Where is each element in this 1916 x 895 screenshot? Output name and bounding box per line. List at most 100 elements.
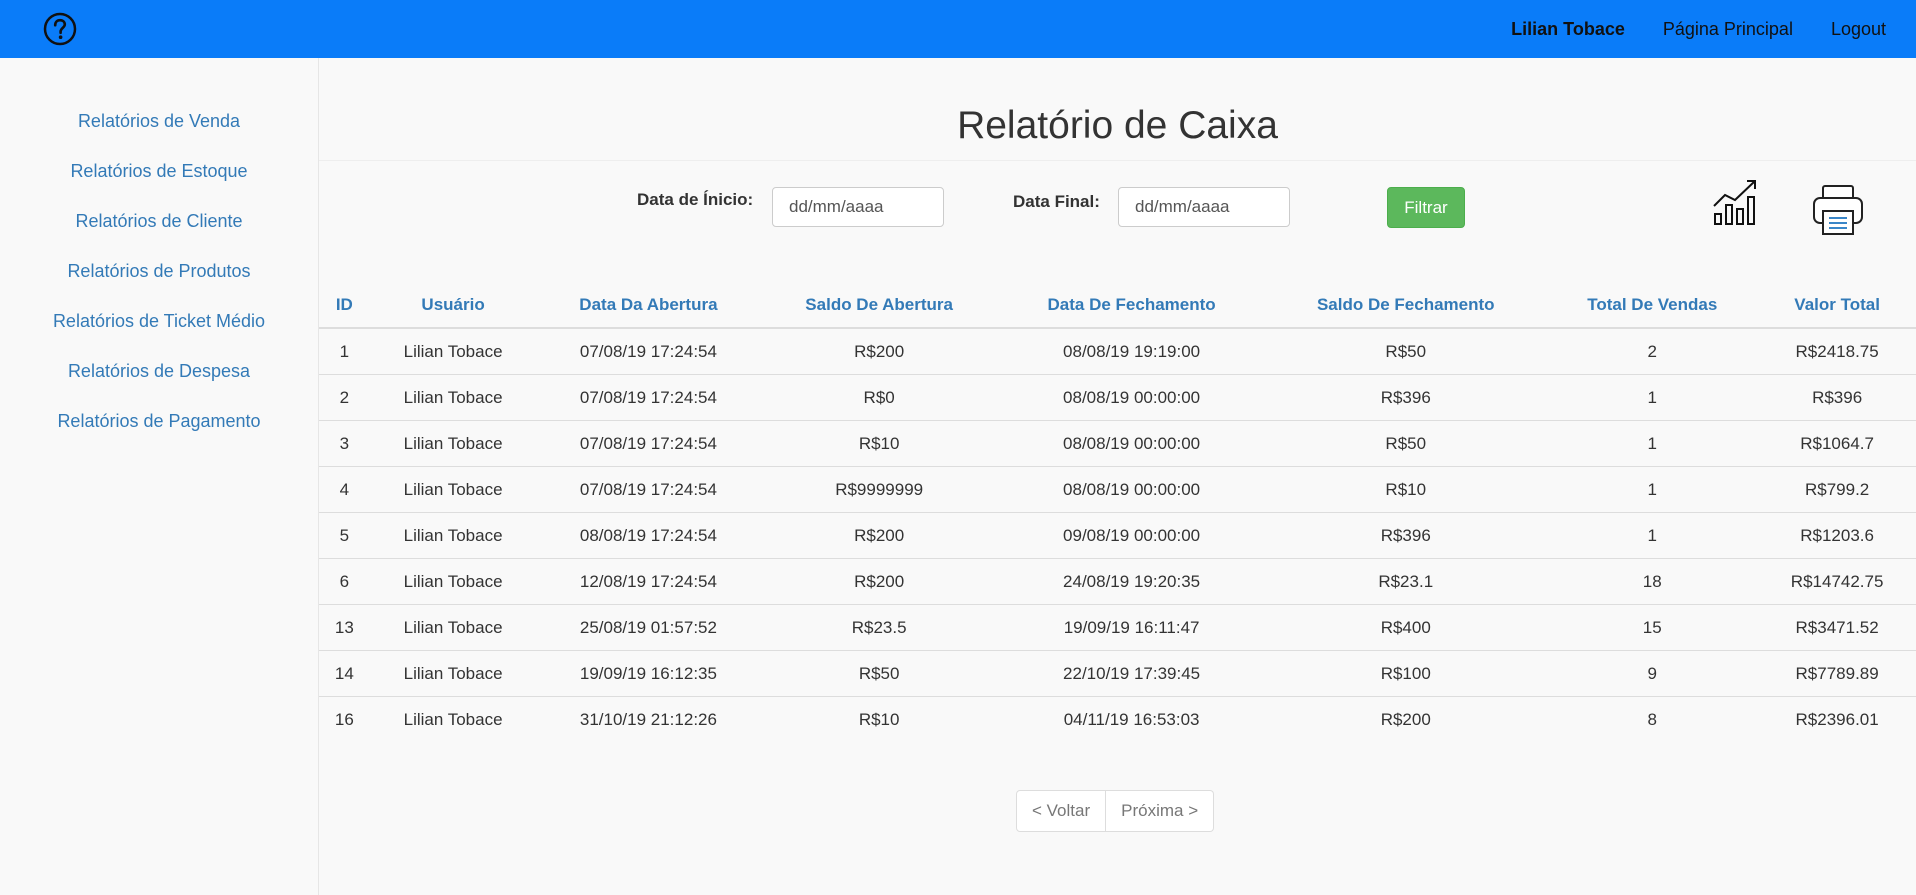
cash-report-table: ID Usuário Data Da Abertura Saldo De Abe… bbox=[319, 283, 1916, 742]
cell-opening-date: 19/09/19 16:12:35 bbox=[536, 650, 761, 697]
cell-closing-balance: R$50 bbox=[1385, 341, 1427, 361]
sidebar-link-stock-reports[interactable]: Relatórios de Estoque bbox=[70, 161, 247, 182]
nav-right: Lilian Tobace Página Principal Logout bbox=[1511, 0, 1886, 58]
cell-opening-balance: R$9999999 bbox=[760, 466, 998, 513]
cell-total-sales: 1 bbox=[1546, 374, 1759, 421]
cell-user: Lilian Tobace bbox=[369, 558, 537, 605]
next-page-button[interactable]: Próxima > bbox=[1106, 790, 1215, 832]
column-header-total-value[interactable]: Valor Total bbox=[1758, 283, 1916, 329]
sidebar-item-client-reports: Relatórios de Cliente bbox=[0, 196, 318, 246]
column-header-opening-date[interactable]: Data Da Abertura bbox=[536, 283, 761, 329]
sidebar-item-stock-reports: Relatórios de Estoque bbox=[0, 146, 318, 196]
cell-total-sales: 9 bbox=[1546, 650, 1759, 697]
sidebar-item-sales-reports: Relatórios de Venda bbox=[0, 96, 318, 146]
cell-closing-balance: R$50 bbox=[1265, 420, 1547, 467]
cell-closing-balance: R$396 bbox=[1265, 512, 1547, 559]
sidebar-link-product-reports[interactable]: Relatórios de Produtos bbox=[67, 261, 250, 282]
cell-opening-balance: R$200 bbox=[760, 558, 998, 605]
cell-id: 3 bbox=[319, 420, 370, 467]
sidebar-link-client-reports[interactable]: Relatórios de Cliente bbox=[75, 211, 242, 232]
table-row: 5 Lilian Tobace 08/08/19 17:24:54 R$200 09/0… bbox=[319, 512, 1916, 559]
table-row: 4 Lilian Tobace 07/08/19 17:24:54 R$9999999… bbox=[319, 466, 1916, 513]
cell-total-sales: 1 bbox=[1546, 420, 1759, 467]
cell-total-value: R$799.2 bbox=[1758, 466, 1916, 513]
filter-button[interactable]: Filtrar bbox=[1387, 187, 1465, 228]
top-navbar: Lilian Tobace Página Principal Logout bbox=[0, 0, 1916, 58]
cell-opening-balance: R$10 bbox=[760, 420, 998, 467]
cell-id: 4 bbox=[319, 466, 370, 513]
table-row: 1 Lilian Tobace 07/08/19 17:24:54 R$200 08/0… bbox=[319, 328, 1916, 375]
table-row: 6 Lilian Tobace 12/08/19 17:24:54 R$200 24/0… bbox=[319, 558, 1916, 605]
column-header-opening-balance[interactable]: Saldo De Abertura bbox=[760, 283, 998, 329]
sidebar-link-average-ticket-reports[interactable]: Relatórios de Ticket Médio bbox=[53, 311, 265, 332]
logout-link[interactable]: Logout bbox=[1831, 19, 1886, 40]
cell-user: Lilian Tobace bbox=[369, 420, 537, 467]
table-row: 16 Lilian Tobace 31/10/19 21:12:26 R$10 04/1… bbox=[319, 696, 1916, 742]
cell-user: Lilian Tobace bbox=[369, 512, 537, 559]
sidebar-link-expense-reports[interactable]: Relatórios de Despesa bbox=[68, 361, 250, 382]
chart-growth-icon[interactable] bbox=[1711, 176, 1761, 226]
cell-closing-balance: R$200 bbox=[1265, 696, 1547, 742]
cell-closing-balance: R$100 bbox=[1265, 650, 1547, 697]
cell-id: 1 bbox=[339, 341, 350, 361]
end-date-input[interactable] bbox=[1118, 187, 1290, 227]
cell-opening-date: 07/08/19 17:24:54 bbox=[579, 341, 717, 361]
previous-page-button[interactable]: < Voltar bbox=[1016, 790, 1107, 832]
cell-id: 14 bbox=[319, 650, 370, 697]
cell-opening-balance: R$50 bbox=[760, 650, 998, 697]
start-date-label: Data de Ínicio: bbox=[637, 190, 754, 209]
cell-total-value: R$1203.6 bbox=[1758, 512, 1916, 559]
pagination: < Voltar Próxima > bbox=[1016, 790, 1215, 832]
cell-closing-date: 08/08/19 19:19:00 bbox=[1063, 341, 1201, 361]
cell-opening-balance: R$200 bbox=[854, 341, 905, 361]
cell-total-sales: 18 bbox=[1546, 558, 1759, 605]
sidebar-item-expense-reports: Relatórios de Despesa bbox=[0, 346, 318, 396]
sidebar-link-payment-reports[interactable]: Relatórios de Pagamento bbox=[57, 411, 260, 432]
column-header-closing-date[interactable]: Data De Fechamento bbox=[997, 283, 1266, 329]
main-content: Relatório de Caixa Data de Ínicio: Data … bbox=[319, 58, 1916, 895]
column-header-id[interactable]: ID bbox=[319, 283, 370, 329]
cell-user: Lilian Tobace bbox=[369, 696, 537, 742]
cell-total-sales: 2 bbox=[1647, 341, 1657, 361]
cell-total-sales: 1 bbox=[1546, 466, 1759, 513]
table-header-row: ID Usuário Data Da Abertura Saldo De Abe… bbox=[319, 283, 1916, 329]
column-header-closing-balance[interactable]: Saldo De Fechamento bbox=[1265, 283, 1547, 329]
question-circle-icon[interactable] bbox=[41, 10, 79, 48]
sidebar: Relatórios de Venda Relatórios de Estoqu… bbox=[0, 58, 319, 895]
cell-id: 2 bbox=[319, 374, 370, 421]
table-row: 14 Lilian Tobace 19/09/19 16:12:35 R$50 22/1… bbox=[319, 650, 1916, 697]
cell-total-value: R$1064.7 bbox=[1758, 420, 1916, 467]
cell-opening-date: 12/08/19 17:24:54 bbox=[536, 558, 761, 605]
cell-total-value: R$396 bbox=[1758, 374, 1916, 421]
cell-user: Lilian Tobace bbox=[369, 466, 537, 513]
cell-closing-date: 08/08/19 00:00:00 bbox=[997, 466, 1266, 513]
sidebar-item-product-reports: Relatórios de Produtos bbox=[0, 246, 318, 296]
start-date-input[interactable] bbox=[772, 187, 944, 227]
cell-opening-balance: R$200 bbox=[760, 512, 998, 559]
sidebar-link-sales-reports[interactable]: Relatórios de Venda bbox=[78, 111, 240, 132]
sidebar-item-payment-reports: Relatórios de Pagamento bbox=[0, 396, 318, 446]
cell-id: 16 bbox=[319, 696, 370, 742]
column-header-user[interactable]: Usuário bbox=[369, 283, 537, 329]
table-row: 13 Lilian Tobace 25/08/19 01:57:52 R$23.5 19… bbox=[319, 604, 1916, 651]
cell-opening-date: 07/08/19 17:24:54 bbox=[536, 420, 761, 467]
cell-total-sales: 15 bbox=[1546, 604, 1759, 651]
cell-closing-date: 19/09/19 16:11:47 bbox=[997, 604, 1266, 651]
cell-id: 6 bbox=[319, 558, 370, 605]
printer-icon[interactable] bbox=[1812, 184, 1864, 236]
table-row: 3 Lilian Tobace 07/08/19 17:24:54 R$10 08/08… bbox=[319, 420, 1916, 467]
current-user-name: Lilian Tobace bbox=[1511, 18, 1625, 39]
cell-opening-date: 25/08/19 01:57:52 bbox=[536, 604, 761, 651]
cell-total-sales: 1 bbox=[1546, 512, 1759, 559]
home-link[interactable]: Página Principal bbox=[1663, 19, 1793, 40]
cell-opening-date: 08/08/19 17:24:54 bbox=[536, 512, 761, 559]
cell-user: Lilian Tobace bbox=[369, 374, 537, 421]
cell-closing-balance: R$23.1 bbox=[1265, 558, 1547, 605]
cell-total-value: R$7789.89 bbox=[1758, 650, 1916, 697]
column-header-total-sales[interactable]: Total De Vendas bbox=[1546, 283, 1759, 329]
sidebar-item-average-ticket-reports: Relatórios de Ticket Médio bbox=[0, 296, 318, 346]
cell-user: Lilian Tobace bbox=[403, 341, 503, 361]
cell-total-value: R$3471.52 bbox=[1758, 604, 1916, 651]
cell-user: Lilian Tobace bbox=[369, 650, 537, 697]
cell-closing-date: 08/08/19 00:00:00 bbox=[997, 420, 1266, 467]
